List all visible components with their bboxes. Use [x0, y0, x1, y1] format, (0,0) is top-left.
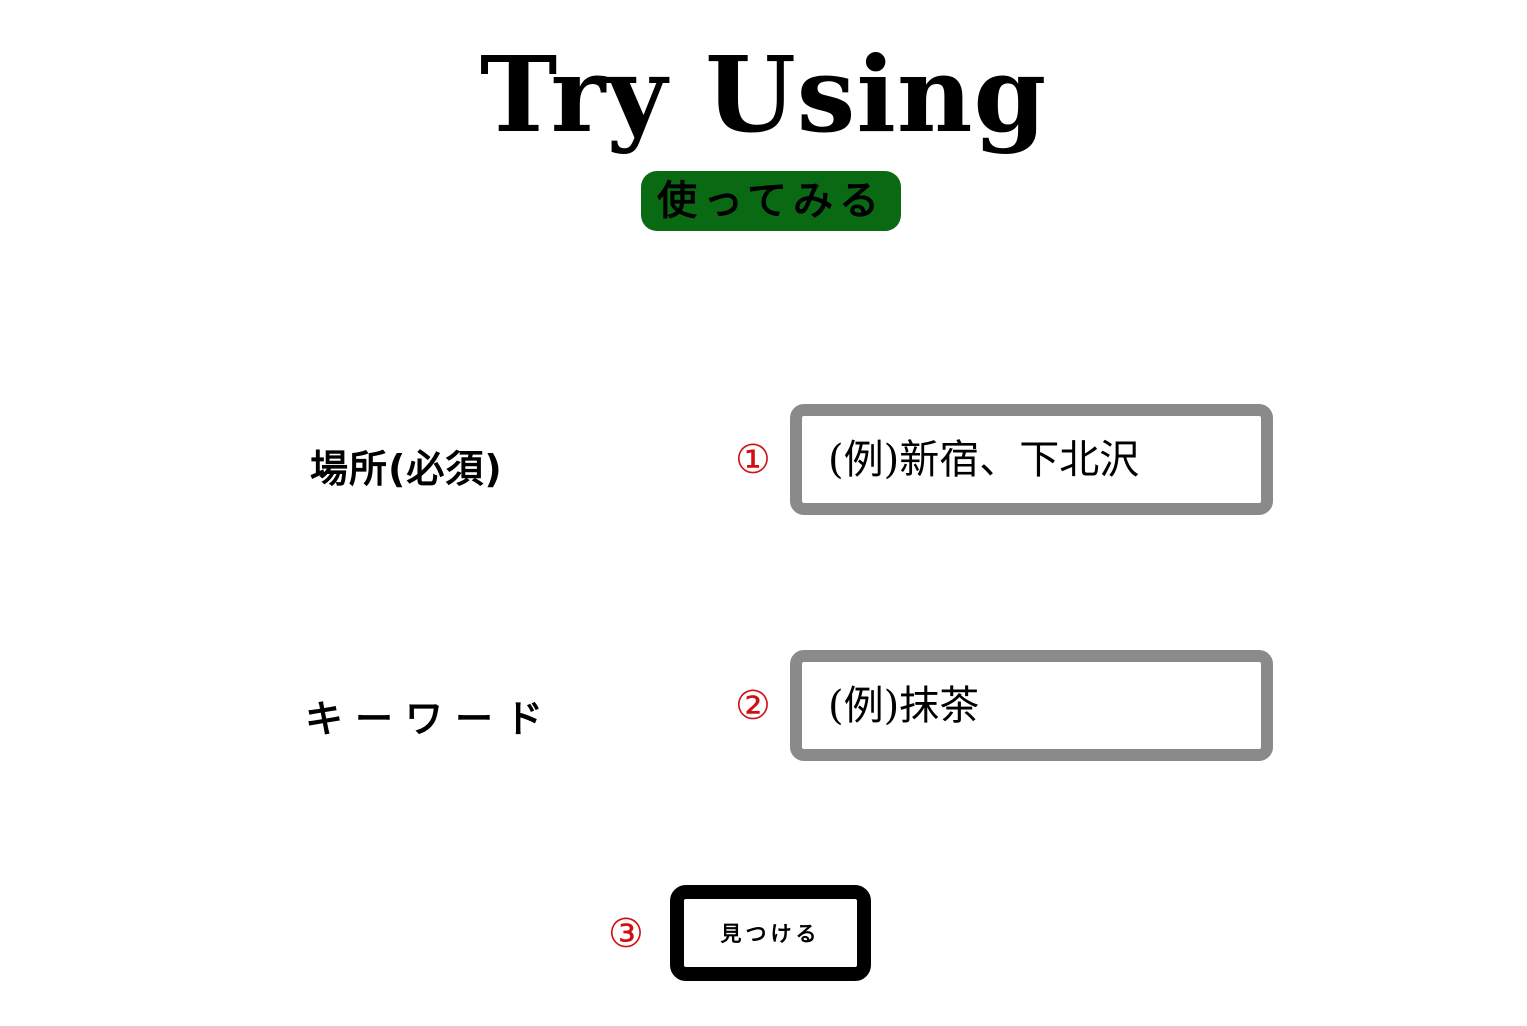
place-input-container	[790, 404, 1273, 515]
find-button[interactable]: 見つける	[670, 885, 871, 981]
place-input[interactable]	[802, 416, 1261, 503]
page-title: Try Using	[479, 33, 1048, 156]
step-number-2: ②	[735, 683, 771, 729]
subtitle-badge: 使ってみる	[641, 171, 901, 231]
step-number-1: ①	[735, 437, 771, 483]
keyword-input[interactable]	[802, 662, 1261, 749]
place-label: 場所(必須)	[310, 447, 503, 491]
keyword-label: キーワード	[305, 697, 556, 741]
keyword-input-container	[790, 650, 1273, 761]
step-number-3: ③	[608, 911, 644, 957]
